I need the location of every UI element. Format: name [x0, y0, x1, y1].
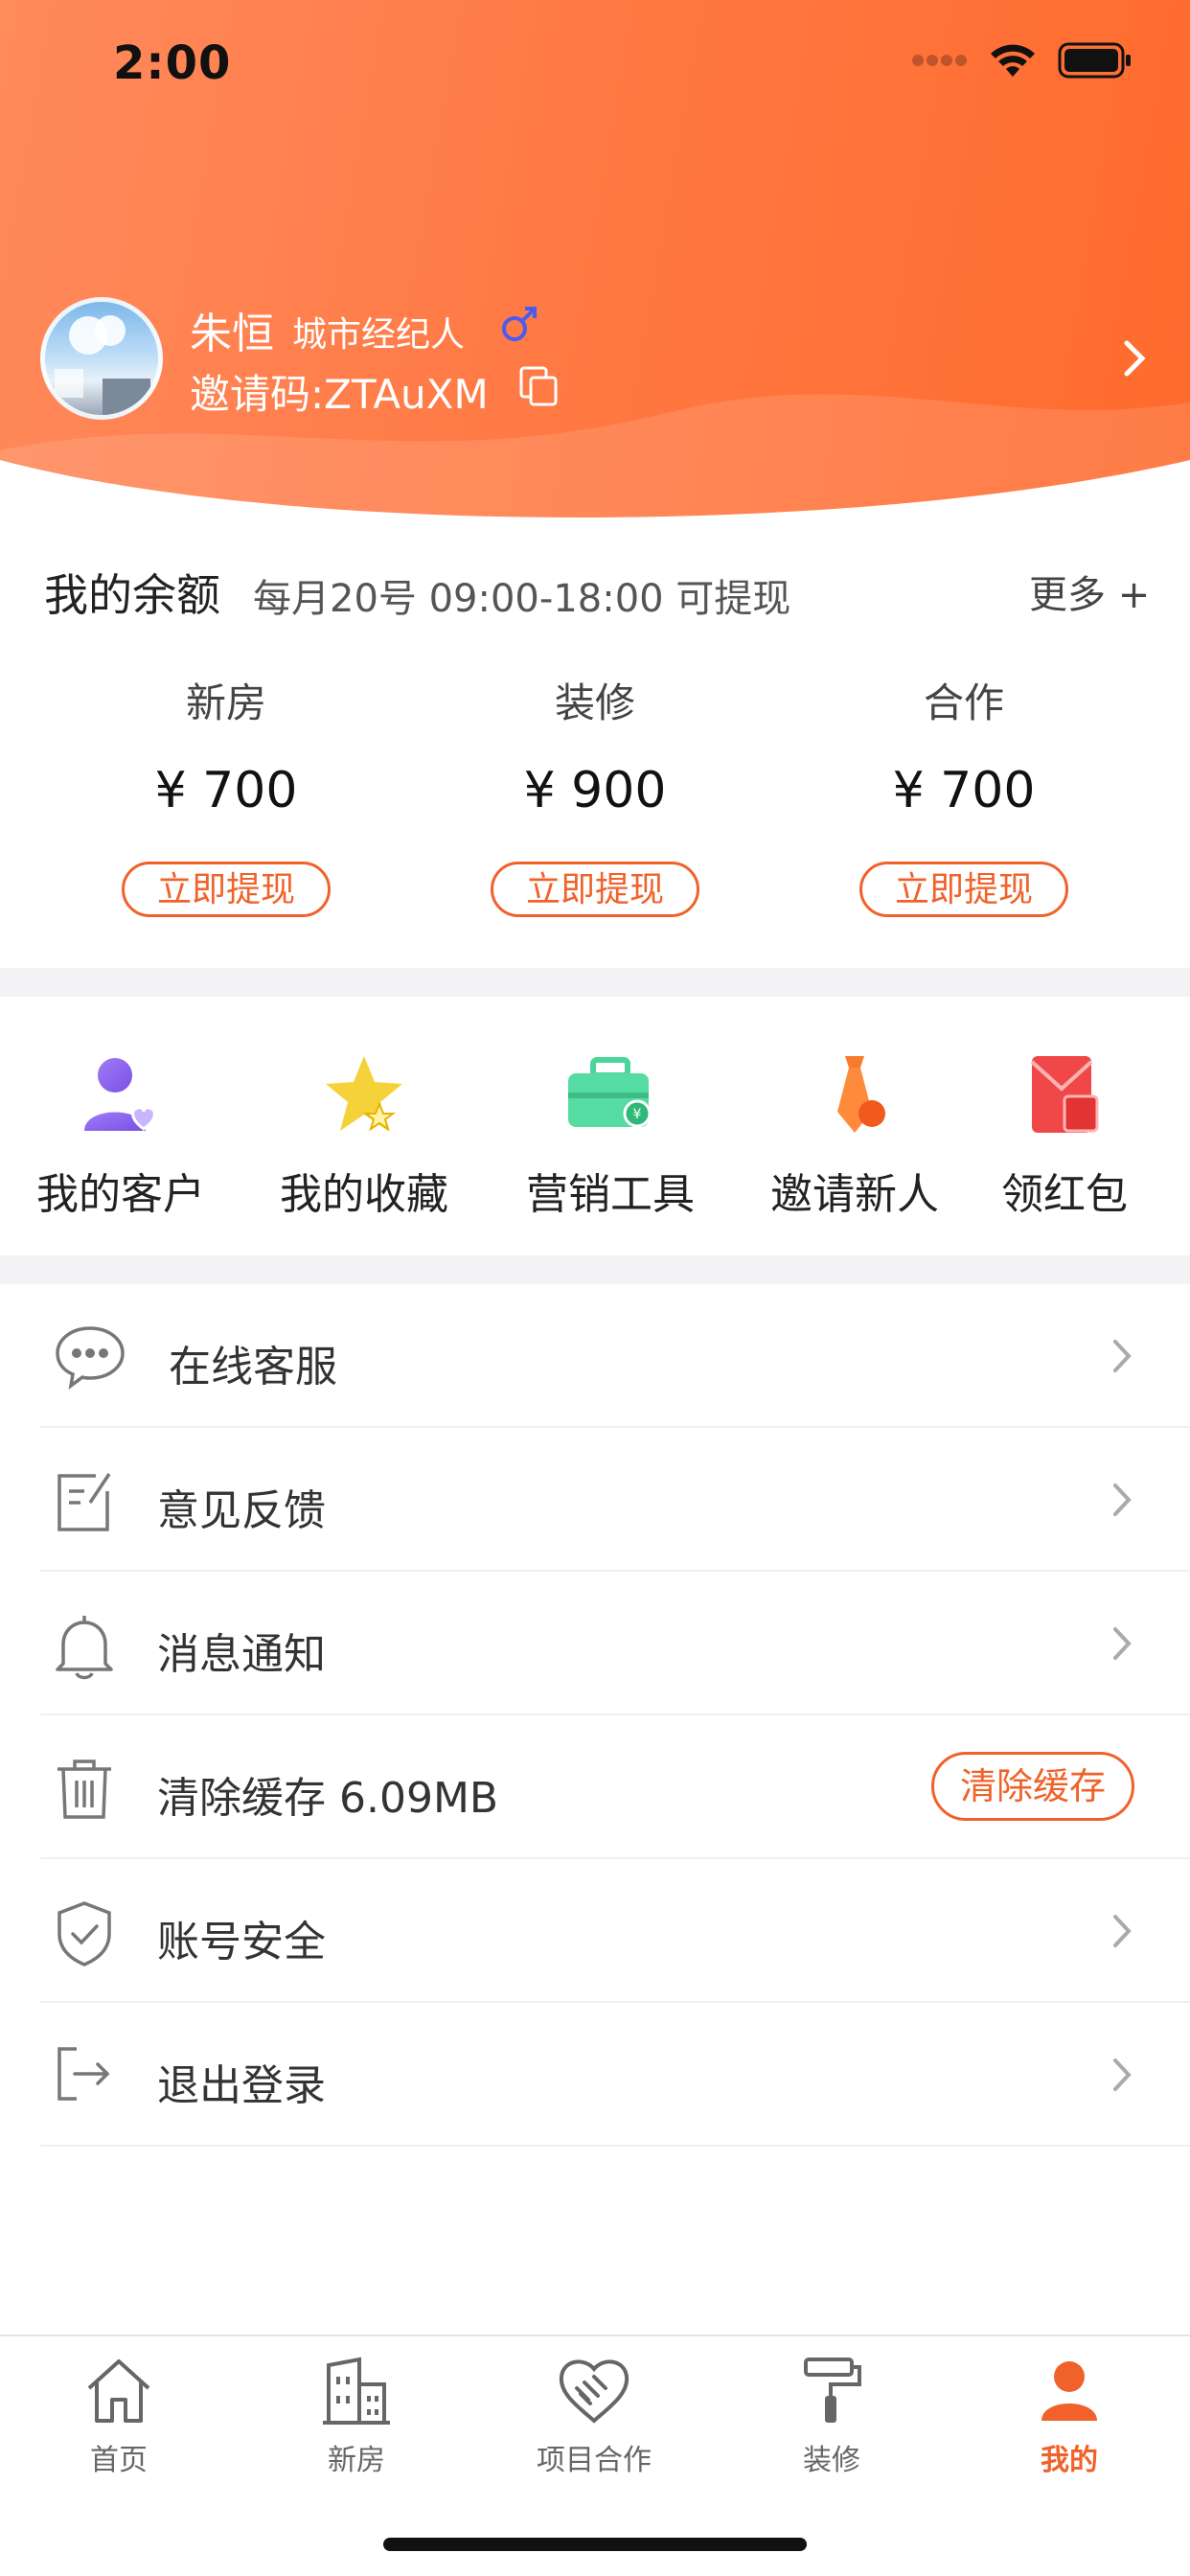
- tab-label: 我的: [1041, 2444, 1098, 2477]
- chat-bubble-icon: [56, 1326, 125, 1390]
- menu-item-clear-cache: 清除缓存 6.09MB 清除缓存: [40, 1715, 1190, 1859]
- quick-marketing-tools[interactable]: ¥ 营销工具: [524, 1050, 697, 1221]
- signal-icon: [912, 55, 967, 66]
- balance-column-newhouse: 新房 ¥ 700 立即提现: [44, 671, 408, 917]
- red-packet-icon: [1030, 1056, 1099, 1133]
- tab-label: 装修: [803, 2444, 860, 2477]
- quick-label: 营销工具: [526, 1170, 695, 1219]
- balance-label: 装修: [554, 679, 635, 726]
- menu-item-feedback[interactable]: 意见反馈: [40, 1428, 1190, 1572]
- tab-home[interactable]: 首页: [0, 2356, 238, 2478]
- balance-column-decoration: 装修 ¥ 900 立即提现: [413, 671, 777, 917]
- tab-project-cooperation[interactable]: 项目合作: [475, 2356, 713, 2478]
- chevron-right-icon: [1113, 1627, 1132, 1660]
- status-icons: [912, 42, 1133, 79]
- withdraw-button[interactable]: 立即提现: [859, 862, 1068, 917]
- quick-label: 我的收藏: [280, 1170, 448, 1219]
- copy-icon[interactable]: [517, 364, 561, 408]
- withdraw-button[interactable]: 立即提现: [491, 862, 699, 917]
- avatar[interactable]: [40, 297, 163, 420]
- briefcase-icon: ¥: [568, 1057, 652, 1128]
- menu-label: 账号安全: [157, 1918, 326, 1966]
- shield-check-icon: [57, 1901, 111, 1966]
- chevron-right-icon: [1113, 1340, 1132, 1372]
- avatar-image: [55, 315, 150, 415]
- building-icon: [323, 2357, 390, 2425]
- chevron-right-icon[interactable]: [1121, 337, 1150, 380]
- quick-red-packet[interactable]: 领红包: [993, 1050, 1136, 1221]
- balance-label: 新房: [185, 679, 266, 726]
- menu-label: 退出登录: [157, 2061, 326, 2110]
- menu-item-online-service[interactable]: 在线客服: [40, 1284, 1190, 1428]
- customer-icon: [84, 1058, 156, 1131]
- balance-amount: ¥ 700: [892, 762, 1036, 819]
- status-time: 2:00: [113, 36, 232, 90]
- feedback-edit-icon: [57, 1473, 111, 1531]
- home-indicator: [383, 2538, 807, 2551]
- tab-decoration[interactable]: 装修: [713, 2356, 950, 2478]
- chevron-right-icon: [1113, 1915, 1132, 1947]
- svg-text:¥: ¥: [633, 1107, 642, 1122]
- section-divider: [0, 1255, 1190, 1284]
- balance-more-link[interactable]: 更多 +: [1029, 564, 1150, 619]
- invite-code: 邀请码:ZTAuXM: [190, 371, 489, 418]
- balance-column-cooperation: 合作 ¥ 700 立即提现: [782, 671, 1146, 917]
- user-role: 城市经纪人: [292, 315, 466, 355]
- person-icon: [1041, 2361, 1097, 2421]
- menu-item-account-security[interactable]: 账号安全: [40, 1859, 1190, 2003]
- menu-item-notifications[interactable]: 消息通知: [40, 1572, 1190, 1715]
- quick-label: 我的客户: [36, 1170, 205, 1219]
- withdraw-button[interactable]: 立即提现: [122, 862, 331, 917]
- chevron-right-icon: [1113, 1484, 1132, 1516]
- battery-icon: [1058, 42, 1131, 79]
- menu-label: 清除缓存 6.09MB: [157, 1774, 499, 1823]
- profile-header: 2:00 朱恒 城市经纪人 邀请码:ZTAuXM: [0, 0, 1190, 527]
- menu-label: 消息通知: [157, 1630, 326, 1679]
- quick-actions: 我的客户 我的收藏 ¥ 营销工具 邀请新人 领红包: [0, 997, 1190, 1255]
- balance-title: 我的余额: [44, 569, 220, 621]
- section-divider: [0, 968, 1190, 997]
- tab-label: 新房: [328, 2444, 385, 2477]
- quick-my-favorites[interactable]: 我的收藏: [278, 1050, 450, 1221]
- quick-label: 领红包: [1001, 1170, 1128, 1219]
- balance-label: 合作: [923, 679, 1004, 726]
- chevron-right-icon: [1113, 2058, 1132, 2091]
- menu-label: 意见反馈: [157, 1486, 326, 1535]
- menu-label: 在线客服: [169, 1343, 337, 1392]
- settings-menu: 在线客服 意见反馈 消息通知 清除缓存 6.09MB 清除缓存 账号安全 退出登…: [0, 1284, 1190, 2147]
- tab-mine[interactable]: 我的: [950, 2356, 1188, 2478]
- handshake-icon: [559, 2359, 629, 2424]
- user-name: 朱恒: [190, 310, 274, 358]
- tab-label: 项目合作: [537, 2444, 652, 2477]
- quick-label: 邀请新人: [770, 1170, 939, 1219]
- menu-item-logout[interactable]: 退出登录: [40, 2003, 1190, 2147]
- trash-icon: [57, 1760, 111, 1819]
- tab-new-house[interactable]: 新房: [238, 2356, 475, 2478]
- quick-invite-newcomer[interactable]: 邀请新人: [768, 1050, 941, 1221]
- home-icon: [87, 2359, 150, 2423]
- paint-roller-icon: [804, 2358, 861, 2423]
- logout-icon: [57, 2047, 110, 2101]
- balance-withdraw-note: 每月20号 09:00-18:00 可提现: [253, 577, 791, 621]
- star-icon: [326, 1056, 402, 1132]
- quick-my-customers[interactable]: 我的客户: [34, 1050, 207, 1221]
- balance-amount: ¥ 700: [154, 762, 298, 819]
- wifi-icon: [991, 44, 1035, 77]
- balance-amount: ¥ 900: [523, 762, 667, 819]
- clear-cache-button[interactable]: 清除缓存: [931, 1752, 1134, 1821]
- tie-icon: [837, 1056, 885, 1133]
- tab-label: 首页: [90, 2444, 148, 2477]
- bell-icon: [56, 1616, 113, 1680]
- male-gender-icon: [502, 307, 537, 341]
- status-bar: 2:00: [0, 0, 1190, 126]
